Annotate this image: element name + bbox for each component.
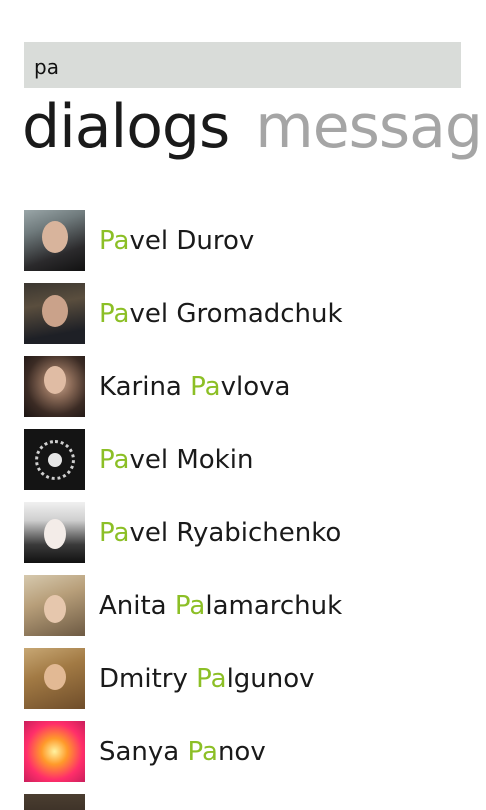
pivot-tab-dialogs[interactable]: dialogs [22,92,230,162]
avatar [24,210,85,271]
search-box[interactable] [24,42,461,88]
avatar [24,283,85,344]
avatar [24,502,85,563]
contact-search-screen: dialogs messag Pavel Durov Pavel Gromadch… [0,0,486,810]
list-item-contact[interactable]: Sanya Panov [24,721,486,782]
list-item-contact[interactable]: Dmitry Palgunov [24,648,486,709]
contact-name: Anita Palamarchuk [99,590,343,621]
list-item-contact-partial[interactable] [24,794,486,810]
list-item-contact[interactable]: Anita Palamarchuk [24,575,486,636]
search-input[interactable] [34,55,461,79]
contact-name: Pavel Mokin [99,444,254,475]
match-highlight: Pa [174,590,206,621]
pivot-header: dialogs messag [22,84,483,170]
avatar [24,429,85,490]
match-highlight: Pa [99,517,130,548]
match-highlight: Pa [99,298,130,329]
match-highlight: Pa [99,225,130,256]
avatar [24,721,85,782]
list-item-contact[interactable]: Pavel Gromadchuk [24,283,486,344]
list-item-contact[interactable]: Pavel Ryabichenko [24,502,486,563]
contact-name: Karina Pavlova [99,371,291,402]
contact-name: Dmitry Palgunov [99,663,315,694]
contact-name: Pavel Durov [99,225,255,256]
match-highlight: Pa [187,736,218,767]
list-item-contact[interactable]: Karina Pavlova [24,356,486,417]
pivot-tab-messages[interactable]: messag [255,92,483,162]
contact-name: Pavel Ryabichenko [99,517,342,548]
avatar [24,648,85,709]
match-highlight: Pa [196,663,227,694]
list-item-contact[interactable]: Pavel Mokin [24,429,486,490]
match-highlight: Pa [99,444,130,475]
contact-name: Pavel Gromadchuk [99,298,343,329]
avatar [24,794,85,810]
avatar [24,575,85,636]
contact-list: Pavel Durov Pavel Gromadchuk Karina Pavl… [24,210,486,810]
list-item-contact[interactable]: Pavel Durov [24,210,486,271]
contact-name: Sanya Panov [99,736,266,767]
avatar [24,356,85,417]
match-highlight: Pa [190,371,221,402]
